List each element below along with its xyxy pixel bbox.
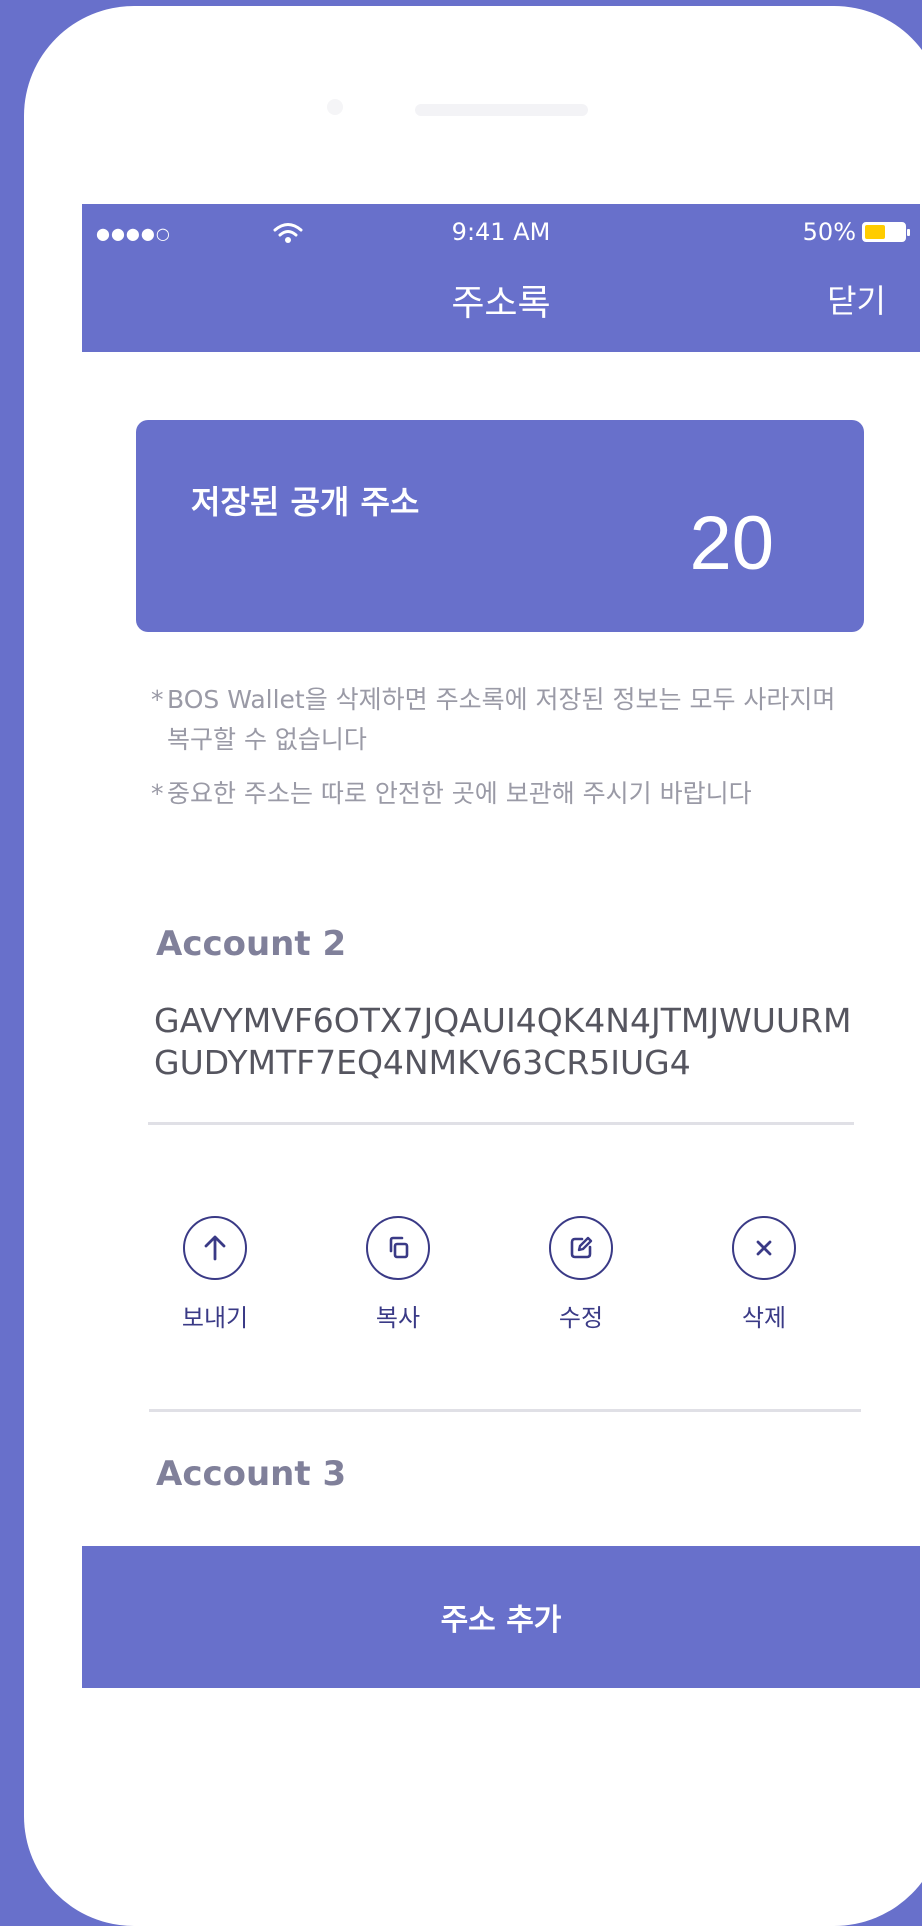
account-address-line: GUDYMTF7EQ4NMKV63CR5IUG4: [154, 1043, 691, 1082]
notice-item: * BOS Wallet을 삭제하면 주소록에 저장된 정보는 모두 사라지며 …: [151, 680, 861, 760]
account-name[interactable]: Account 3: [156, 1454, 346, 1494]
account-address[interactable]: GAVYMVF6OTX7JQAUI4QK4N4JTMJWUURM GUDYMTF…: [154, 1000, 874, 1084]
copy-label: 복사: [375, 1304, 421, 1332]
notice-text: BOS Wallet을 삭제하면 주소록에 저장된 정보는 모두 사라지며 복구…: [167, 685, 836, 754]
status-time: 9:41 AM: [451, 218, 551, 246]
delete-label: 삭제: [741, 1304, 787, 1332]
saved-address-count: 20: [689, 501, 774, 586]
send-button[interactable]: 보내기: [160, 1216, 270, 1333]
delete-button[interactable]: 삭제: [709, 1216, 819, 1333]
close-button[interactable]: 닫기: [827, 276, 886, 322]
summary-label: 저장된 공개 주소: [191, 483, 420, 521]
account-address-line: GAVYMVF6OTX7JQAUI4QK4N4JTMJWUURM: [154, 1001, 852, 1040]
divider: [148, 1122, 854, 1125]
send-label: 보내기: [181, 1304, 249, 1332]
add-address-button[interactable]: 주소 추가: [82, 1546, 920, 1688]
close-icon: [732, 1216, 796, 1280]
notice-list: * BOS Wallet을 삭제하면 주소록에 저장된 정보는 모두 사라지며 …: [151, 680, 861, 828]
app-header: ●●●●○ 9:41 AM 50% 주소록 닫기: [82, 204, 920, 352]
edit-icon: [549, 1216, 613, 1280]
phone-frame: ●●●●○ 9:41 AM 50% 주소록 닫기 저장된 공개 주소 20 * …: [24, 6, 922, 1926]
notice-text: 중요한 주소는 따로 안전한 곳에 보관해 주시기 바랍니다: [167, 779, 752, 808]
earpiece-speaker: [415, 104, 588, 116]
divider: [149, 1409, 861, 1412]
notice-item: * 중요한 주소는 따로 안전한 곳에 보관해 주시기 바랍니다: [151, 774, 861, 814]
battery-percent: 50%: [802, 218, 856, 246]
copy-button[interactable]: 복사: [343, 1216, 453, 1333]
copy-icon: [366, 1216, 430, 1280]
account-name[interactable]: Account 2: [156, 924, 346, 964]
front-camera: [327, 99, 343, 115]
app-screen: ●●●●○ 9:41 AM 50% 주소록 닫기 저장된 공개 주소 20 * …: [82, 204, 920, 1692]
arrow-up-icon: [183, 1216, 247, 1280]
edit-label: 수정: [558, 1304, 604, 1332]
account-actions: 보내기 복사 수정 삭제: [160, 1216, 900, 1356]
edit-button[interactable]: 수정: [526, 1216, 636, 1333]
status-bar-right: 50%: [802, 218, 910, 246]
notice-bullet: *: [151, 685, 164, 714]
notice-bullet: *: [151, 779, 164, 808]
page-title: 주소록: [451, 283, 551, 324]
battery-icon: [862, 222, 910, 242]
saved-address-summary-card: 저장된 공개 주소 20: [136, 420, 864, 632]
